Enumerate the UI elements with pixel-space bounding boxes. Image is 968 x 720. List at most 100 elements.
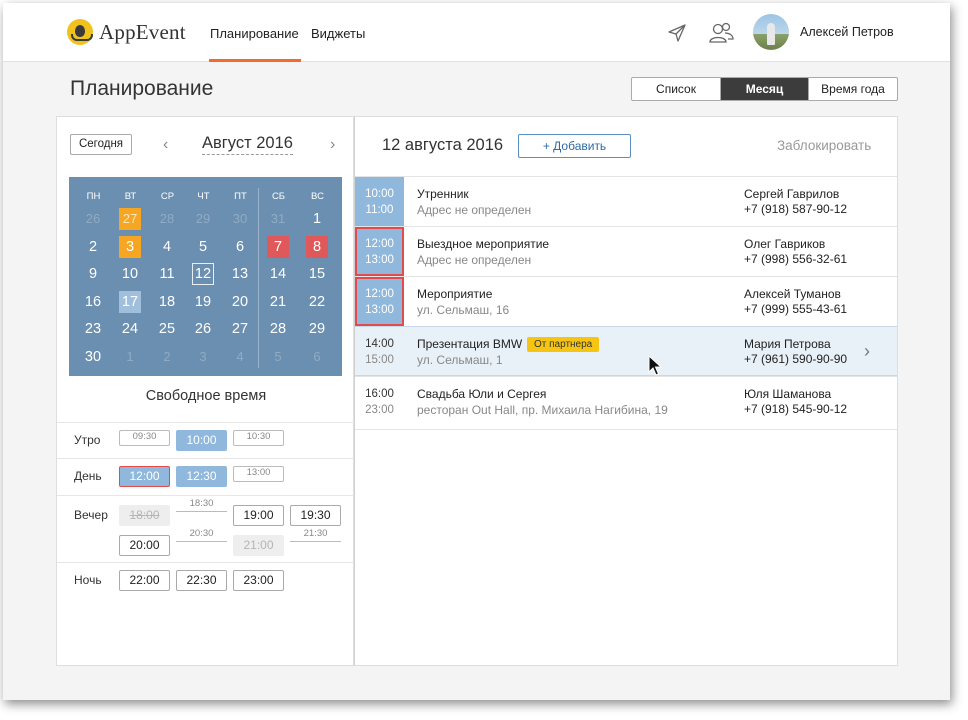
chevron-right-icon[interactable]: › [864, 341, 870, 362]
event-end: 11:00 [365, 204, 394, 216]
event-place: ресторан Out Hall, пр. Михаила Нагибина,… [417, 403, 668, 417]
block-day-link[interactable]: Заблокировать [777, 138, 871, 153]
calendar-day[interactable]: 3 [192, 346, 214, 368]
event-title: Выездное мероприятие [417, 237, 550, 251]
calendar-day[interactable]: 18 [156, 291, 178, 313]
users-icon[interactable] [708, 21, 734, 45]
calendar-day[interactable]: 26 [82, 208, 104, 230]
event-start: 10:00 [365, 188, 394, 200]
calendar-day[interactable]: 21 [267, 291, 289, 313]
view-month-button[interactable]: Месяц [721, 78, 809, 100]
time-slot[interactable]: 23:00 [233, 570, 284, 591]
time-slot[interactable]: 09:30 [119, 430, 170, 446]
calendar-day[interactable]: 11 [156, 263, 178, 285]
event-end: 13:00 [365, 304, 394, 316]
time-slot[interactable]: 18:30 [176, 498, 227, 512]
time-slot-selected[interactable]: 12:30 [176, 466, 227, 487]
view-season-button[interactable]: Время года [809, 78, 897, 100]
event-phone: +7 (999) 555-43-61 [744, 302, 848, 316]
calendar-day[interactable]: 6 [229, 236, 251, 258]
calendar-day[interactable]: 8 [306, 236, 328, 258]
chevron-left-icon[interactable]: ‹ [163, 136, 168, 154]
event-end: 23:00 [365, 404, 394, 416]
calendar-day[interactable]: 4 [229, 346, 251, 368]
page-title: Планирование [70, 77, 214, 100]
time-slot[interactable]: 13:00 [233, 466, 284, 482]
send-icon[interactable] [667, 23, 687, 43]
today-button[interactable]: Сегодня [70, 134, 132, 155]
time-slot-disabled: 18:00 [119, 505, 170, 526]
event-person: Олег Гавриков [744, 237, 826, 251]
calendar-day[interactable]: 5 [192, 236, 214, 258]
nav-planning[interactable]: Планирование [210, 26, 299, 41]
free-time-row-night: Ночь 22:00 22:30 23:00 [57, 562, 355, 600]
time-slot[interactable]: 10:30 [233, 430, 284, 446]
event-row[interactable]: 10:00 11:00 Утренник Адрес не определен С… [355, 176, 897, 226]
mouse-cursor-icon [648, 355, 662, 376]
calendar-day[interactable]: 22 [306, 291, 328, 313]
time-slot[interactable]: 22:00 [119, 570, 170, 591]
slot-row-label: Утро [74, 433, 101, 447]
free-time-title: Свободное время [145, 388, 267, 404]
logo[interactable]: AppEvent [67, 19, 186, 45]
add-event-button[interactable]: + Добавить [518, 134, 631, 158]
event-start: 16:00 [365, 388, 394, 400]
calendar-day[interactable]: 27 [229, 318, 251, 340]
calendar-day[interactable]: 10 [119, 263, 141, 285]
event-row[interactable]: 12:00 13:00 Мероприятие ул. Сельмаш, 16 А… [355, 276, 897, 326]
calendar-day-today[interactable]: 12 [192, 263, 214, 285]
weekday-header: ЧТ [197, 191, 210, 202]
time-slot[interactable]: 22:30 [176, 570, 227, 591]
calendar-day[interactable]: 15 [306, 263, 328, 285]
nav-widgets[interactable]: Виджеты [311, 26, 365, 41]
calendar-day[interactable]: 28 [156, 208, 178, 230]
calendar-day[interactable]: 1 [306, 208, 328, 230]
calendar-day[interactable]: 20 [229, 291, 251, 313]
calendar-day[interactable]: 9 [82, 263, 104, 285]
calendar-day[interactable]: 6 [306, 346, 328, 368]
calendar-day[interactable]: 3 [119, 236, 141, 258]
calendar-day[interactable]: 31 [267, 208, 289, 230]
avatar[interactable] [753, 14, 789, 50]
calendar-day[interactable]: 4 [156, 236, 178, 258]
event-row[interactable]: 16:00 23:00 Свадьба Юли и Сергея ресторан… [355, 376, 897, 430]
calendar-day[interactable]: 24 [119, 318, 141, 340]
calendar-day[interactable]: 2 [82, 236, 104, 258]
calendar-day[interactable]: 17 [119, 291, 141, 313]
view-list-button[interactable]: Список [632, 78, 721, 100]
calendar-day[interactable]: 30 [229, 208, 251, 230]
calendar-day[interactable]: 29 [306, 318, 328, 340]
calendar-day[interactable]: 28 [267, 318, 289, 340]
calendar-day[interactable]: 13 [229, 263, 251, 285]
time-slot[interactable]: 20:00 [119, 535, 170, 556]
top-bar: AppEvent Планирование Виджеты Алексей Пе… [3, 3, 950, 62]
calendar-panel: Сегодня ‹ Август 2016 › ПН ВТ СР ЧТ ПТ СБ ВС 26… [56, 116, 355, 666]
calendar-day[interactable]: 30 [82, 346, 104, 368]
calendar-day[interactable]: 25 [156, 318, 178, 340]
schedule-panel: 12 августа 2016 + Добавить Заблокировать… [354, 116, 898, 666]
calendar-day[interactable]: 1 [119, 346, 141, 368]
calendar-day[interactable]: 7 [267, 236, 289, 258]
calendar-day[interactable]: 26 [192, 318, 214, 340]
chevron-right-icon[interactable]: › [330, 136, 335, 154]
event-time: 10:00 11:00 [355, 177, 404, 226]
calendar-day[interactable]: 23 [82, 318, 104, 340]
time-slot[interactable]: 19:00 [233, 505, 284, 526]
event-row-hovered[interactable]: 14:00 15:00 Презентация BMW От партнера у… [355, 326, 897, 376]
time-slot-conflict[interactable]: 12:00 [119, 466, 170, 487]
calendar-day[interactable]: 16 [82, 291, 104, 313]
time-slot[interactable]: 20:30 [176, 528, 227, 542]
calendar-day[interactable]: 19 [192, 291, 214, 313]
calendar-day[interactable]: 5 [267, 346, 289, 368]
time-slot[interactable]: 19:30 [290, 505, 341, 526]
month-label[interactable]: Август 2016 [202, 134, 293, 155]
event-end: 13:00 [365, 254, 394, 266]
calendar-day[interactable]: 29 [192, 208, 214, 230]
calendar-day[interactable]: 27 [119, 208, 141, 230]
event-row[interactable]: 12:00 13:00 Выездное мероприятие Адрес не… [355, 226, 897, 276]
time-slot[interactable]: 21:30 [290, 528, 341, 542]
calendar-day[interactable]: 2 [156, 346, 178, 368]
user-name[interactable]: Алексей Петров [800, 25, 894, 39]
time-slot-selected[interactable]: 10:00 [176, 430, 227, 451]
calendar-day[interactable]: 14 [267, 263, 289, 285]
